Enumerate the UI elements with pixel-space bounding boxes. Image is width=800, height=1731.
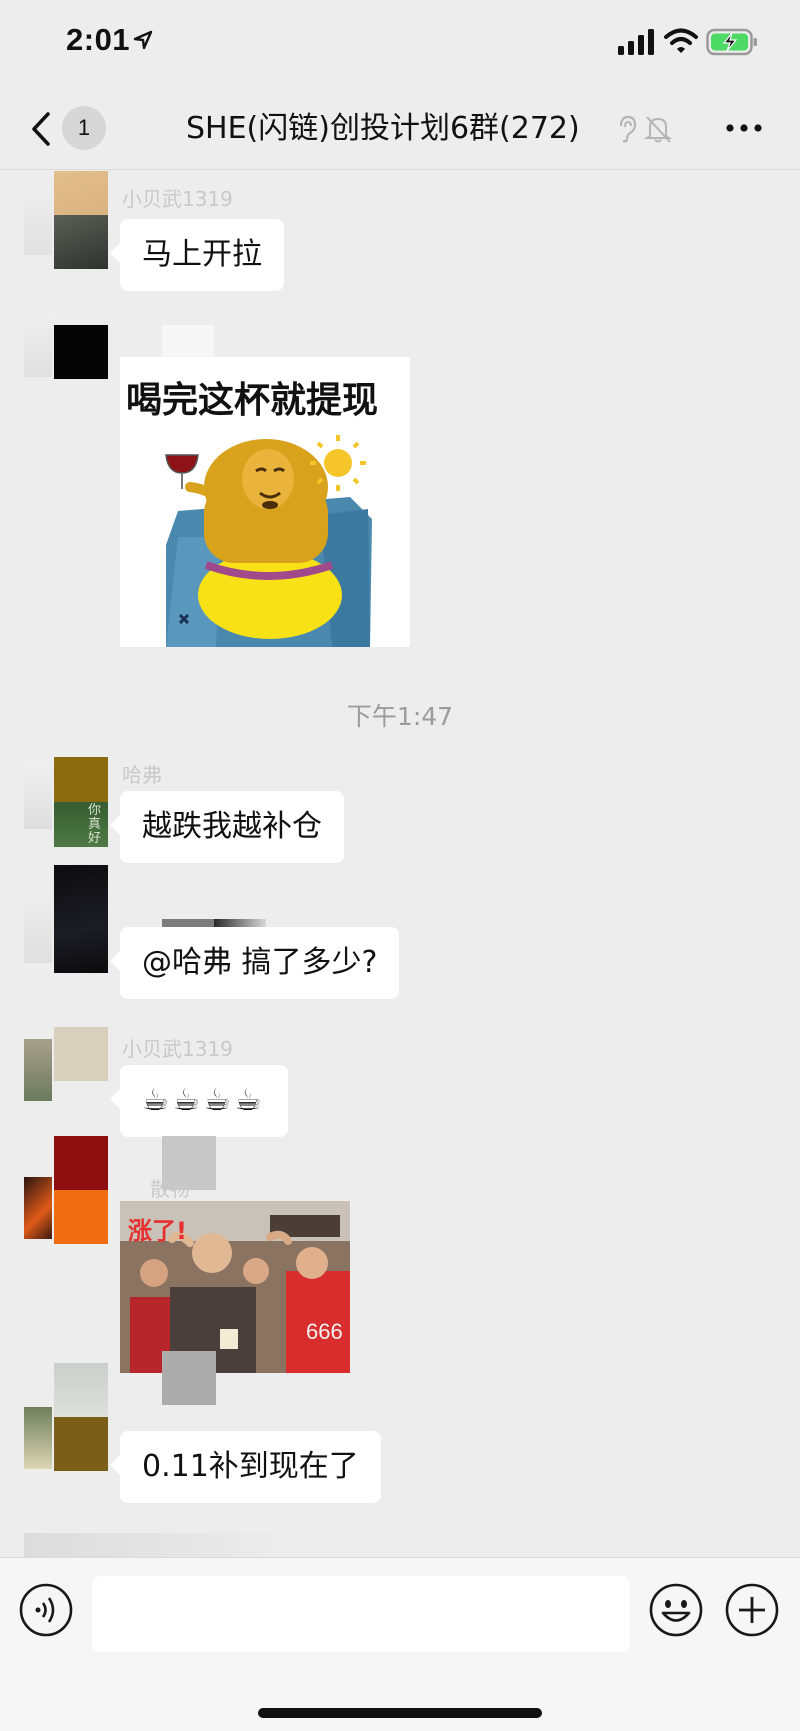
avatar[interactable]: [54, 171, 108, 269]
message-bubble[interactable]: ☕☕☕☕: [110, 1065, 288, 1137]
blurred-name: [162, 1351, 216, 1405]
voice-icon[interactable]: [18, 1582, 74, 1638]
avatar[interactable]: [54, 1363, 108, 1471]
chat-message-list[interactable]: 小贝武1319 马上开拉 喝完这杯就提现 下午1:47 你真好 哈弗 越跌我越补…: [0, 171, 800, 1557]
avatar[interactable]: [54, 865, 108, 973]
cartoon-drinking-icon: [165, 435, 372, 647]
avatar-text: 你真好: [54, 802, 108, 847]
status-bar: 2:01: [0, 0, 800, 88]
avatar[interactable]: [54, 1136, 108, 1244]
unread-count-badge[interactable]: 1: [62, 106, 106, 150]
avatar-fragment: [24, 1177, 52, 1239]
ear-icon: [619, 115, 637, 143]
time-divider: 下午1:47: [346, 702, 454, 731]
chat-title: SHE(闪链)创投计划6群(272): [186, 111, 580, 146]
emoji-icon[interactable]: [648, 1582, 704, 1638]
avatar-fragment: [24, 1407, 52, 1469]
sender-name: 散物: [150, 1177, 190, 1201]
avatar-fragment: [24, 315, 52, 377]
back-chevron-icon[interactable]: [28, 108, 54, 150]
blurred-name: [162, 325, 214, 361]
chat-nav-bar: 1 SHE(闪链)创投计划6群(272): [0, 88, 800, 170]
avatar-fragment: [24, 767, 52, 829]
avatar[interactable]: 你真好: [54, 757, 108, 847]
message-bubble[interactable]: 越跌我越补仓: [110, 791, 344, 863]
avatar-fragment: [24, 901, 52, 963]
wifi-icon: [664, 28, 698, 53]
status-time: 2:01: [66, 22, 131, 57]
sticker-image[interactable]: 涨了! 666: [120, 1201, 350, 1373]
sender-name: 小贝武1319: [122, 1037, 233, 1061]
avatar[interactable]: [54, 1027, 108, 1081]
sticker-caption: 涨了!: [128, 1217, 187, 1245]
avatar-fragment: [24, 193, 52, 255]
sticker-image[interactable]: 喝完这杯就提现: [120, 357, 410, 647]
sender-name: 小贝武1319: [122, 187, 233, 211]
more-dots-icon[interactable]: [724, 118, 764, 138]
avatar[interactable]: [54, 325, 108, 379]
location-arrow-icon: [133, 30, 153, 50]
battery-charging-icon: [706, 28, 757, 56]
sticker-jersey-number: 666: [306, 1319, 343, 1344]
avatar-fragment: [24, 1039, 52, 1101]
home-indicator: [258, 1708, 542, 1718]
message-input[interactable]: [92, 1576, 630, 1652]
sticker-caption: 喝完这杯就提现: [126, 380, 379, 421]
signal-icon: [618, 29, 654, 55]
plus-icon[interactable]: [724, 1582, 780, 1638]
message-bubble[interactable]: 马上开拉: [110, 219, 284, 291]
input-bar: [0, 1557, 800, 1731]
message-bubble[interactable]: @哈弗 搞了多少?: [109, 927, 400, 999]
partial-message-row: [24, 1533, 284, 1557]
sender-name: 哈弗: [122, 763, 162, 787]
message-bubble[interactable]: 0.11补到现在了: [110, 1431, 381, 1503]
bell-off-icon: [644, 116, 672, 143]
